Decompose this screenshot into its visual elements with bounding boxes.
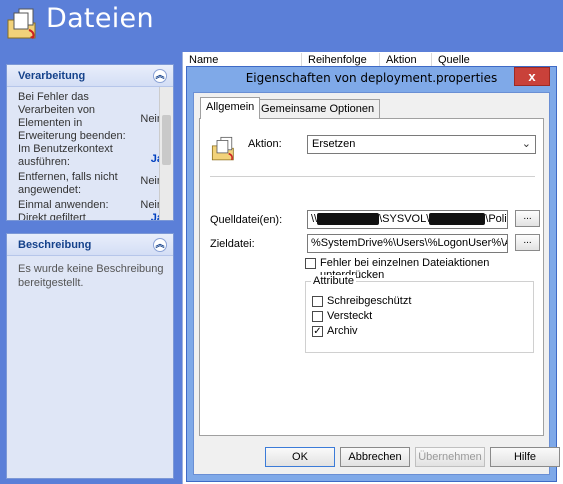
prop-row: Entfernen, falls nicht angewendet: Nein <box>18 171 163 197</box>
beschreibung-panel-body: Es wurde keine Beschreibung bereitgestel… <box>7 256 173 478</box>
suppress-errors-checkbox[interactable] <box>305 258 316 269</box>
action-select[interactable]: Ersetzen ⌄ <box>307 135 536 154</box>
chevron-down-icon: ⌄ <box>521 138 531 150</box>
action-label: Aktion: <box>248 138 282 150</box>
action-select-value: Ersetzen <box>312 138 356 150</box>
files-copy-icon <box>211 136 234 161</box>
archive-label[interactable]: Archiv <box>327 325 358 337</box>
tab-allgemein[interactable]: Allgemein <box>200 97 261 119</box>
prop-row: Im Benutzerkontext ausführen: Ja <box>18 143 163 169</box>
verarbeitung-scrollbar[interactable] <box>159 87 173 220</box>
apply-button[interactable]: Übernehmen <box>415 447 485 467</box>
source-path-part: \Policies <box>485 213 507 225</box>
tab-page-allgemein: Aktion: Ersetzen ⌄ Quelldatei(en): \\ \SY… <box>199 118 544 436</box>
verarbeitung-panel-body: Bei Fehler das Verarbeiten von Elementen… <box>7 87 173 220</box>
dialog-title: Eigenschaften von deployment.properties <box>245 71 498 85</box>
scrollbar-thumb[interactable] <box>162 115 171 165</box>
target-browse-button[interactable]: ... <box>515 234 540 251</box>
attributes-group: Attribute Schreibgeschützt Versteckt ✓ A… <box>305 275 534 353</box>
app-header: Dateien <box>0 0 563 52</box>
source-browse-button[interactable]: ... <box>515 210 540 227</box>
prop-row: Einmal anwenden: Nein <box>18 199 163 212</box>
source-path-part: \SYSVOL\ <box>379 213 430 225</box>
close-icon: x <box>528 69 536 84</box>
properties-dialog: Eigenschaften von deployment.properties … <box>186 66 560 482</box>
tab-gemeinsame-optionen[interactable]: Gemeinsame Optionen <box>255 99 381 118</box>
source-field[interactable]: \\\SYSVOL\\Policies <box>307 210 508 229</box>
redacted-block <box>429 213 486 226</box>
separator <box>210 176 535 177</box>
page-title: Dateien <box>46 3 154 34</box>
hidden-label[interactable]: Versteckt <box>327 310 372 322</box>
close-button[interactable]: x <box>514 67 550 86</box>
beschreibung-panel: Beschreibung ︽ Es wurde keine Beschreibu… <box>6 233 174 479</box>
prop-label: Direkt gefiltert <box>18 212 86 220</box>
dialog-client: Allgemein Gemeinsame Optionen Aktion: Er… <box>193 92 560 475</box>
description-text: Es wurde keine Beschreibung bereitgestel… <box>18 263 164 289</box>
archive-checkbox[interactable]: ✓ <box>312 326 323 337</box>
beschreibung-panel-header[interactable]: Beschreibung ︽ <box>7 234 173 256</box>
help-button[interactable]: Hilfe <box>490 447 560 467</box>
prop-row: Direkt gefiltert Ja <box>18 212 163 220</box>
prop-label: Einmal anwenden: <box>18 199 109 211</box>
target-label: Zieldatei: <box>210 238 255 250</box>
beschreibung-panel-title: Beschreibung <box>18 239 92 251</box>
prop-label: Entfernen, falls nicht angewendet: <box>18 171 118 196</box>
target-field[interactable]: %SystemDrive%\Users\%LogonUser%\AppD <box>307 234 508 253</box>
prop-row: Bei Fehler das Verarbeiten von Elementen… <box>18 91 163 143</box>
chevron-up-icon[interactable]: ︽ <box>153 238 167 252</box>
prop-label: Bei Fehler das Verarbeiten von Elementen… <box>18 91 126 142</box>
source-label: Quelldatei(en): <box>210 214 283 226</box>
redacted-block <box>317 213 380 226</box>
ok-button[interactable]: OK <box>265 447 335 467</box>
files-copy-icon <box>7 8 36 39</box>
verarbeitung-panel-title: Verarbeitung <box>18 70 86 82</box>
readonly-checkbox[interactable] <box>312 296 323 307</box>
chevron-up-icon[interactable]: ︽ <box>153 69 167 83</box>
attributes-group-title: Attribute <box>311 275 356 287</box>
cancel-button[interactable]: Abbrechen <box>340 447 410 467</box>
verarbeitung-panel-header[interactable]: Verarbeitung ︽ <box>7 65 173 87</box>
readonly-label[interactable]: Schreibgeschützt <box>327 295 411 307</box>
hidden-checkbox[interactable] <box>312 311 323 322</box>
verarbeitung-panel: Verarbeitung ︽ Bei Fehler das Verarbeite… <box>6 64 174 221</box>
prop-label: Im Benutzerkontext ausführen: <box>18 143 113 168</box>
